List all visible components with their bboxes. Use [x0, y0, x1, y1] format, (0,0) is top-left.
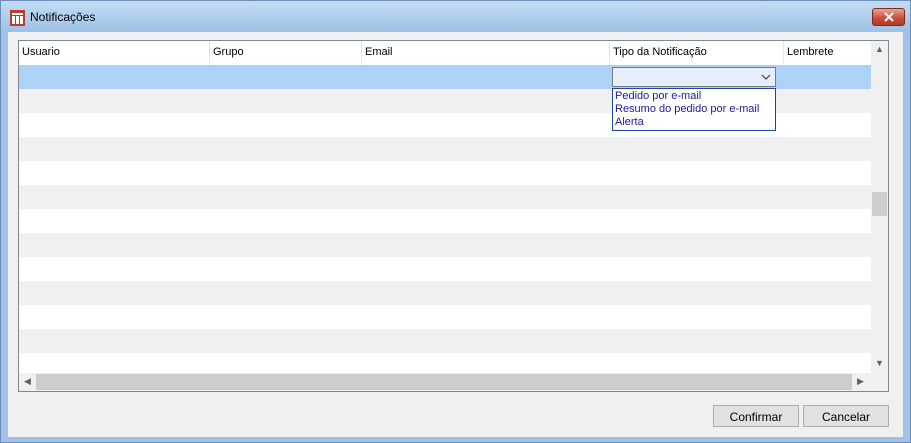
horizontal-scrollbar[interactable]: ◀ ▶	[19, 373, 871, 391]
window-title: Notificações	[30, 10, 96, 24]
scroll-right-icon[interactable]: ▶	[857, 376, 864, 387]
chevron-down-icon	[761, 74, 771, 80]
scroll-left-icon[interactable]: ◀	[24, 376, 31, 387]
table-row[interactable]	[19, 329, 871, 353]
notification-type-combo[interactable]	[612, 67, 776, 87]
notification-type-dropdown: Pedido por e-mail Resumo do pedido por e…	[612, 88, 776, 131]
table-row[interactable]	[19, 305, 871, 329]
column-header-tipo-notificacao[interactable]: Tipo da Notificação	[610, 41, 784, 65]
scroll-up-icon[interactable]: ▲	[875, 44, 884, 54]
notifications-grid[interactable]: Usuario Grupo Email Tipo da Notificação …	[18, 40, 889, 392]
confirm-button[interactable]: Confirmar	[713, 405, 799, 427]
notifications-window: Notificações Usuario Grupo Email Tipo da…	[0, 0, 911, 443]
vertical-scrollbar[interactable]: ▲ ▼	[871, 41, 888, 373]
table-row[interactable]	[19, 257, 871, 281]
column-header-grupo[interactable]: Grupo	[210, 41, 362, 65]
table-row[interactable]	[19, 185, 871, 209]
scroll-down-icon[interactable]: ▼	[875, 358, 884, 368]
dialog-body: Usuario Grupo Email Tipo da Notificação …	[8, 32, 903, 437]
column-header-usuario[interactable]: Usuario	[19, 41, 210, 65]
table-row[interactable]	[19, 137, 871, 161]
dropdown-option-alerta[interactable]: Alerta	[613, 116, 775, 129]
app-logo-icon	[10, 10, 25, 26]
dropdown-option-resumo-pedido-email[interactable]: Resumo do pedido por e-mail	[613, 103, 775, 116]
vertical-scroll-thumb[interactable]	[872, 192, 887, 216]
table-row[interactable]	[19, 161, 871, 185]
scrollbar-corner	[871, 373, 888, 391]
close-button[interactable]	[872, 8, 905, 26]
cancel-button[interactable]: Cancelar	[803, 405, 889, 427]
grid-header: Usuario Grupo Email Tipo da Notificação …	[19, 41, 871, 65]
column-header-email[interactable]: Email	[362, 41, 610, 65]
table-row[interactable]	[19, 281, 871, 305]
horizontal-scroll-thumb[interactable]	[36, 374, 852, 390]
title-bar[interactable]: Notificações	[1, 1, 910, 33]
table-row[interactable]	[19, 209, 871, 233]
column-header-lembrete[interactable]: Lembrete	[784, 41, 871, 65]
close-icon	[884, 12, 894, 22]
table-row[interactable]	[19, 233, 871, 257]
dropdown-option-pedido-email[interactable]: Pedido por e-mail	[613, 90, 775, 103]
